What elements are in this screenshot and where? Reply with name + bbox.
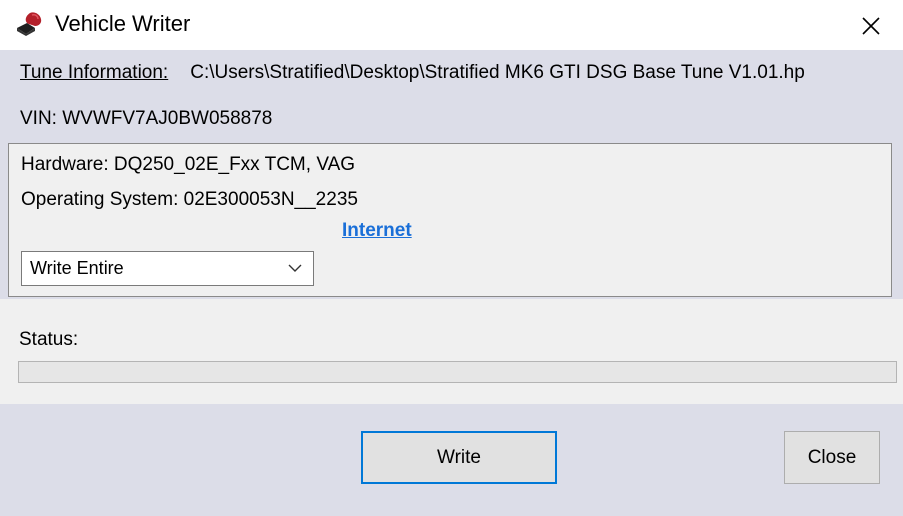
write-mode-dropdown[interactable]: Write Entire [21,251,314,286]
title-bar: Vehicle Writer [0,0,903,50]
dialog-body: Tune Information: C:\Users\Stratified\Des… [0,50,903,516]
close-icon[interactable] [858,13,884,39]
close-button[interactable]: Close [784,431,880,484]
gear-shift-knob-icon [17,12,42,36]
hardware-text: Hardware: DQ250_02E_Fxx TCM, VAG [21,154,356,175]
write-mode-selected: Write Entire [30,258,124,278]
tune-information-label: Tune Information: [20,62,169,83]
operating-system-text: Operating System: 02E300053N__2235 [21,189,358,210]
write-button[interactable]: Write [361,431,557,484]
chevron-down-icon [288,264,302,272]
hardware-info-panel: Hardware: DQ250_02E_Fxx TCM, VAG Operati… [8,143,892,297]
internet-link[interactable]: Internet [342,220,412,242]
status-label: Status: [19,329,79,350]
status-progress-bar [18,361,897,383]
window-title: Vehicle Writer [55,11,191,36]
tune-file-path: C:\Users\Stratified\Desktop\Stratified M… [190,62,805,83]
status-panel: Status: [0,299,903,404]
vin-text: VIN: WVWFV7AJ0BW058878 [20,108,273,129]
tune-information-row: Tune Information: C:\Users\Stratified\Des… [20,62,902,84]
